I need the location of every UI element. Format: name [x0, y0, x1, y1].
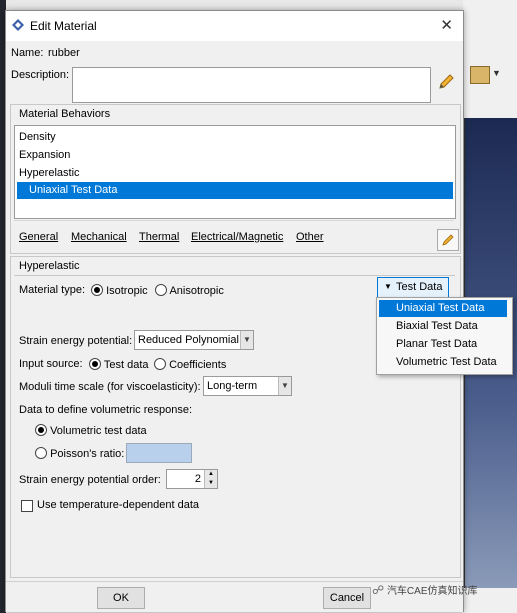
anisotropic-label: Anisotropic — [169, 285, 224, 297]
description-input[interactable] — [72, 67, 431, 103]
menu-item-biaxial-test-data[interactable]: Biaxial Test Data — [379, 318, 507, 335]
radio-selected-icon — [89, 358, 101, 370]
strain-energy-label: Strain energy potential: — [19, 335, 133, 347]
ok-button[interactable]: OK — [97, 587, 145, 609]
menu-thermal[interactable]: Thermal — [139, 231, 179, 243]
material-name: rubber — [48, 47, 80, 59]
edit-behavior-button[interactable] — [437, 229, 459, 251]
material-behaviors-group: Material Behaviors Density Expansion Hyp… — [10, 104, 461, 254]
input-coefficients-radio[interactable]: Coefficients — [154, 358, 226, 371]
radio-icon — [35, 447, 47, 459]
list-item[interactable]: Density — [19, 129, 56, 145]
pencil-edit-icon[interactable] — [437, 73, 455, 91]
temperature-dependent-checkbox[interactable] — [21, 500, 33, 512]
menu-other[interactable]: Other — [296, 231, 324, 243]
poissons-ratio-label: Poisson's ratio: — [50, 448, 125, 460]
poissons-ratio-radio[interactable]: Poisson's ratio: — [35, 447, 124, 460]
material-behaviors-label: Material Behaviors — [19, 108, 111, 120]
stepper-down-icon[interactable]: ▼ — [204, 479, 217, 488]
isotropic-label: Isotropic — [106, 285, 148, 297]
menu-item-planar-test-data[interactable]: Planar Test Data — [379, 336, 507, 353]
dialog-title: Edit Material — [30, 19, 97, 33]
test-data-dropdown-menu: Uniaxial Test Data Biaxial Test Data Pla… — [376, 297, 513, 375]
menu-electrical-magnetic[interactable]: Electrical/Magnetic — [191, 231, 283, 243]
volumetric-test-data-radio[interactable]: Volumetric test data — [35, 424, 147, 437]
part-icon[interactable] — [470, 66, 490, 84]
title-bar: Edit Material ✕ — [6, 11, 463, 41]
menu-item-uniaxial-test-data[interactable]: Uniaxial Test Data — [379, 300, 507, 317]
strain-energy-value: Reduced Polynomial — [138, 334, 239, 346]
radio-selected-icon — [91, 284, 103, 296]
moduli-time-scale-label: Moduli time scale (for viscoelasticity): — [19, 381, 201, 393]
material-type-label: Material type: — [19, 284, 86, 296]
description-label: Description: — [11, 69, 70, 81]
isotropic-radio[interactable]: Isotropic — [91, 284, 148, 297]
coefficients-label: Coefficients — [169, 359, 227, 371]
menu-general[interactable]: General — [19, 231, 58, 243]
chevron-down-icon[interactable]: ▼ — [492, 68, 501, 78]
name-label: Name: — [11, 47, 44, 59]
abaqus-app-icon — [12, 19, 24, 31]
radio-selected-icon — [35, 424, 47, 436]
chevron-down-icon: ▼ — [384, 282, 392, 291]
behavior-menu-bar: General Mechanical Thermal Electrical/Ma… — [19, 229, 419, 247]
list-item-selected[interactable]: Uniaxial Test Data — [17, 182, 453, 199]
hyperelastic-label: Hyperelastic — [19, 260, 80, 272]
chevron-down-icon: ▼ — [278, 377, 291, 395]
divider — [14, 275, 455, 276]
divider — [14, 220, 454, 221]
moduli-time-scale-select[interactable]: Long-term ▼ — [203, 376, 292, 396]
moduli-value: Long-term — [207, 380, 258, 392]
anisotropic-radio[interactable]: Anisotropic — [155, 284, 224, 297]
strain-energy-order-label: Strain energy potential order: — [19, 474, 161, 486]
order-value: 2 — [194, 473, 201, 485]
radio-icon — [154, 358, 166, 370]
strain-energy-order-stepper[interactable]: 2 ▲ ▼ — [166, 469, 218, 489]
test-data-button-label: Test Data — [396, 281, 443, 293]
behaviors-list[interactable]: Density Expansion Hyperelastic Uniaxial … — [14, 125, 456, 219]
volumetric-header: Data to define volumetric response: — [19, 404, 193, 416]
pencil-icon — [442, 234, 454, 246]
test-data-label: Test data — [103, 359, 149, 371]
menu-item-volumetric-test-data[interactable]: Volumetric Test Data — [379, 354, 507, 371]
volumetric-test-data-label: Volumetric test data — [50, 425, 147, 437]
list-item[interactable]: Expansion — [19, 147, 70, 163]
list-item[interactable]: Hyperelastic — [19, 165, 80, 181]
watermark: ☍ 汽车CAE仿真知识库 — [372, 583, 478, 597]
wechat-icon: ☍ — [372, 583, 385, 597]
input-source-label: Input source: — [19, 358, 83, 370]
close-icon[interactable]: ✕ — [440, 16, 453, 34]
poissons-ratio-input[interactable] — [126, 443, 192, 463]
test-data-button[interactable]: ▼ Test Data — [377, 277, 449, 299]
menu-mechanical[interactable]: Mechanical — [71, 231, 127, 243]
temperature-dependent-label: Use temperature-dependent data — [37, 499, 200, 511]
stepper-up-icon[interactable]: ▲ — [204, 470, 217, 479]
strain-energy-select[interactable]: Reduced Polynomial ▼ — [134, 330, 254, 350]
input-test-data-radio[interactable]: Test data — [89, 358, 149, 371]
cancel-button[interactable]: Cancel — [323, 587, 371, 609]
list-item-label: Uniaxial Test Data — [29, 184, 118, 196]
radio-icon — [155, 284, 167, 296]
chevron-down-icon: ▼ — [240, 331, 253, 349]
